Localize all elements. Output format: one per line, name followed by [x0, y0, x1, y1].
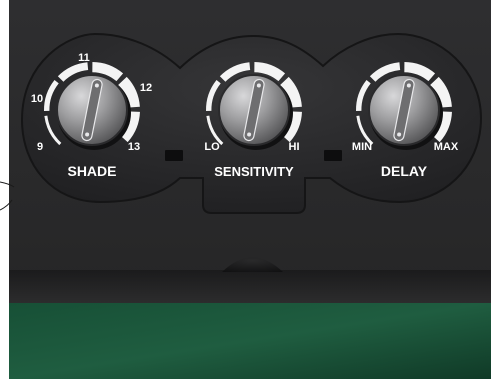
- delay-scale-label: MAX: [434, 141, 459, 153]
- control-panel: 9 10 11 12 13 SHADE LO HI SENSITIVITY MIN MAX DELAY: [0, 0, 491, 379]
- visor-lip: [9, 270, 491, 303]
- delay-label: DELAY: [381, 163, 428, 179]
- shade-scale-label: 11: [78, 52, 90, 64]
- delay-scale-label: MIN: [352, 141, 372, 153]
- visor-window: [9, 303, 491, 379]
- shade-scale-label: 12: [140, 82, 152, 94]
- shade-scale-label: 13: [128, 141, 140, 153]
- shade-label: SHADE: [67, 163, 116, 179]
- shade-scale-label: 10: [31, 93, 43, 105]
- sensitivity-scale-label: HI: [289, 141, 300, 153]
- sensitivity-scale-label: LO: [204, 141, 220, 153]
- sensitivity-label: SENSITIVITY: [214, 164, 294, 179]
- shade-scale-label: 9: [37, 141, 43, 153]
